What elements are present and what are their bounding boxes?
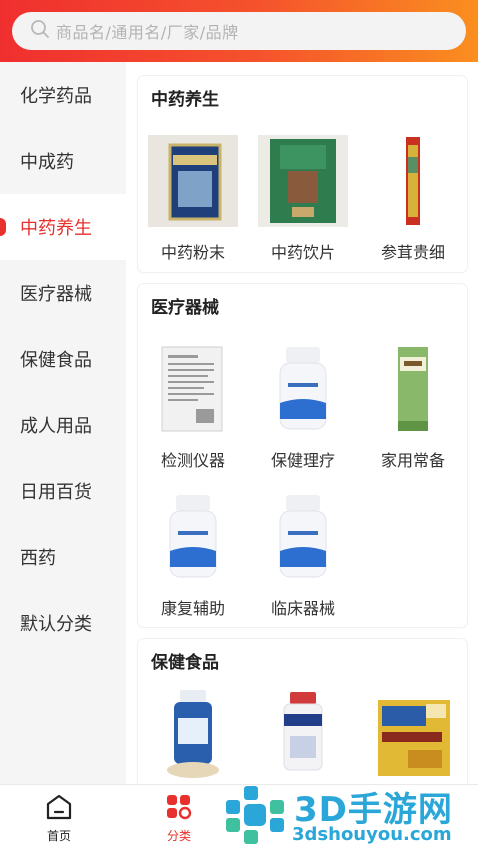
powder-box-image bbox=[148, 135, 238, 227]
product-category-item[interactable]: 参茸贵细 bbox=[358, 135, 468, 263]
supplement-bottle-image bbox=[148, 688, 238, 780]
product-category-item[interactable]: 家用常备 bbox=[358, 343, 468, 471]
product-category-item[interactable] bbox=[358, 688, 468, 780]
watermark-logo: 3D手游网 3dshouyou.com bbox=[222, 778, 478, 850]
section-title: 中药养生 bbox=[151, 90, 219, 110]
item-label: 检测仪器 bbox=[160, 451, 225, 470]
tab-category[interactable]: 分类 bbox=[149, 793, 209, 844]
product-category-item[interactable]: 中药粉末 bbox=[138, 135, 248, 263]
herb-bag-image bbox=[258, 135, 348, 227]
home-icon bbox=[44, 794, 74, 825]
item-label: 中药饮片 bbox=[270, 243, 335, 262]
item-label: 保健理疗 bbox=[270, 451, 335, 470]
section-title: 保健食品 bbox=[151, 653, 219, 673]
item-label: 参茸贵细 bbox=[380, 243, 445, 262]
supplement-bottle-image bbox=[258, 688, 348, 780]
sidebar-item-western-medicine[interactable]: 西药 bbox=[0, 524, 126, 590]
medicine-bottle-image bbox=[258, 343, 348, 435]
tab-category-label: 分类 bbox=[166, 829, 191, 843]
section-card-tcm-wellness: 中药养生 中药粉末 中药饮片 参茸贵细 bbox=[138, 76, 467, 272]
item-label: 康复辅助 bbox=[160, 599, 225, 618]
sidebar-item-chinese-patent-medicine[interactable]: 中成药 bbox=[0, 128, 126, 194]
active-indicator bbox=[0, 218, 6, 236]
section-card-medical-devices: 医疗器械 检测仪器 保健理疗 家用常备 康复辅助 临床器械 bbox=[138, 284, 467, 627]
product-category-item[interactable] bbox=[248, 688, 358, 780]
sidebar-item-health-food[interactable]: 保健食品 bbox=[0, 326, 126, 392]
product-category-item[interactable] bbox=[138, 688, 248, 780]
product-category-item[interactable]: 康复辅助 bbox=[138, 491, 248, 619]
item-label: 临床器械 bbox=[270, 599, 335, 618]
header-bar: 商品名/通用名/厂家/品牌 bbox=[0, 0, 478, 62]
product-category-item[interactable]: 临床器械 bbox=[248, 491, 358, 619]
green-box-image bbox=[368, 343, 458, 435]
gold-box-image bbox=[368, 688, 458, 780]
search-input[interactable]: 商品名/通用名/厂家/品牌 bbox=[12, 12, 466, 50]
sidebar-item-default-category[interactable]: 默认分类 bbox=[0, 590, 126, 656]
section-card-health-food: 保健食品 bbox=[138, 639, 467, 784]
watermark-emblem-icon bbox=[226, 786, 284, 844]
search-placeholder: 商品名/通用名/厂家/品牌 bbox=[56, 23, 239, 42]
category-grid-icon bbox=[164, 795, 194, 825]
product-category-item[interactable]: 中药饮片 bbox=[248, 135, 358, 263]
sidebar-item-daily-goods[interactable]: 日用百货 bbox=[0, 458, 126, 524]
search-icon bbox=[30, 19, 50, 43]
sidebar-item-tcm-wellness[interactable]: 中药养生 bbox=[0, 194, 126, 260]
product-category-item[interactable]: 检测仪器 bbox=[138, 343, 248, 471]
item-label: 家用常备 bbox=[380, 451, 445, 470]
section-title: 医疗器械 bbox=[151, 298, 219, 318]
category-content: 中药养生 中药粉末 中药饮片 参茸贵细 医疗器械 检测仪器 保健理疗 家用常备 … bbox=[126, 62, 478, 784]
category-sidebar: 化学药品 中成药 中药养生 医疗器械 保健食品 成人用品 日用百货 西药 默认分… bbox=[0, 62, 126, 784]
watermark-url: 3dshouyou.com bbox=[292, 824, 452, 845]
tab-home[interactable]: 首页 bbox=[29, 793, 89, 844]
tab-home-label: 首页 bbox=[46, 829, 71, 843]
item-label: 中药粉末 bbox=[160, 243, 225, 262]
sidebar-item-adult-products[interactable]: 成人用品 bbox=[0, 392, 126, 458]
ginseng-tube-image bbox=[368, 135, 458, 227]
sidebar-item-medical-devices[interactable]: 医疗器械 bbox=[0, 260, 126, 326]
product-category-item[interactable]: 保健理疗 bbox=[248, 343, 358, 471]
medicine-bottle-image bbox=[258, 491, 348, 583]
medicine-bottle-image bbox=[148, 491, 238, 583]
instruction-sheet-image bbox=[148, 343, 238, 435]
sidebar-item-chemical-drugs[interactable]: 化学药品 bbox=[0, 62, 126, 128]
